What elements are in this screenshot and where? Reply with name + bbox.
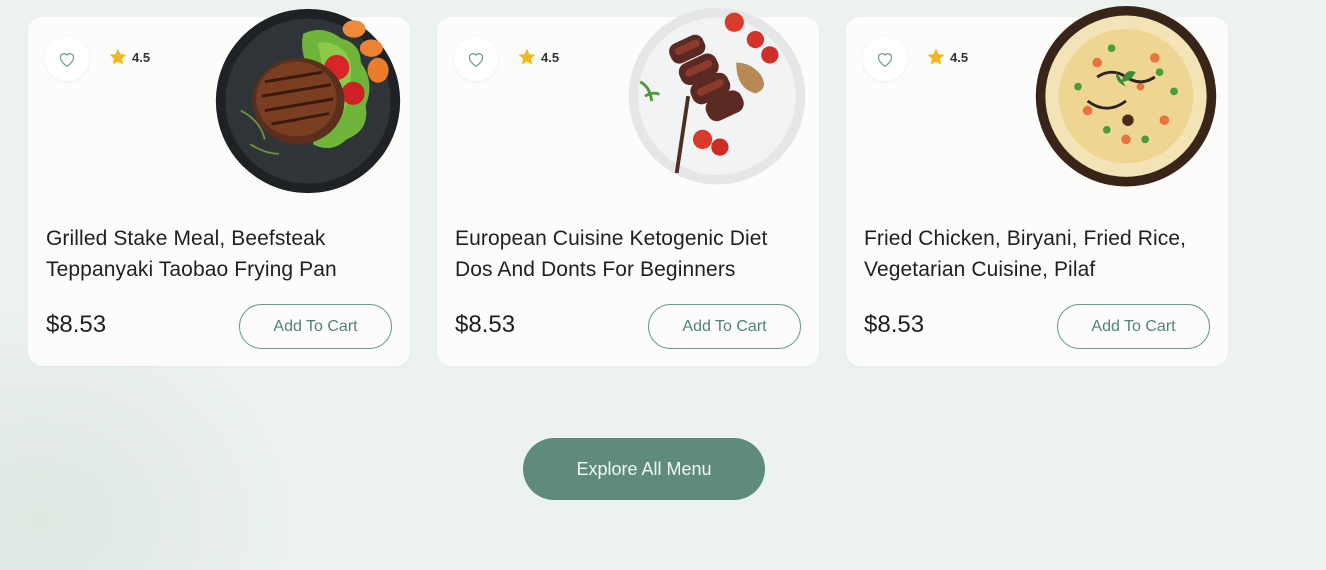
rating: 4.5: [926, 47, 968, 67]
explore-all-menu-button[interactable]: Explore All Menu: [523, 438, 765, 500]
favorite-button[interactable]: [45, 37, 89, 81]
heart-icon: [877, 53, 893, 68]
product-list: 4.5 Grilled Stake Meal, Beefsteak Teppan…: [0, 0, 1326, 380]
product-card: 4.5 Grilled Stake Meal, Beefsteak Teppan…: [28, 8, 410, 366]
product-price: $8.53: [46, 311, 107, 338]
rating: 4.5: [517, 47, 559, 67]
add-to-cart-button[interactable]: Add To Cart: [239, 304, 392, 349]
product-price: $8.53: [864, 311, 925, 338]
star-icon: [927, 48, 945, 65]
product-title: Fried Chicken, Biryani, Fried Rice, Vege…: [864, 227, 1187, 281]
biryani-image: [1035, 5, 1217, 187]
add-to-cart-button[interactable]: Add To Cart: [648, 304, 801, 349]
heart-icon: [468, 53, 484, 68]
add-to-cart-button[interactable]: Add To Cart: [1057, 304, 1210, 349]
heart-icon: [59, 53, 75, 68]
sliced-steak-image: [628, 7, 806, 185]
product-title: Grilled Stake Meal, Beefsteak Teppanyaki…: [46, 227, 337, 281]
product-card: 4.5 Fried Chicken, Biryani, Fried Rice, …: [846, 5, 1228, 366]
rating-value: 4.5: [541, 49, 560, 65]
grilled-steak-image: [215, 8, 401, 194]
favorite-button[interactable]: [454, 37, 498, 81]
rating-value: 4.5: [132, 49, 151, 65]
product-card: 4.5 European Cuisine Ketogenic Diet Dos …: [437, 7, 819, 366]
product-title: European Cuisine Ketogenic Diet Dos And …: [455, 227, 768, 281]
product-price: $8.53: [455, 311, 516, 338]
star-icon: [109, 48, 127, 65]
star-icon: [518, 48, 536, 65]
rating-value: 4.5: [950, 49, 969, 65]
favorite-button[interactable]: [863, 37, 907, 81]
rating: 4.5: [108, 47, 150, 67]
